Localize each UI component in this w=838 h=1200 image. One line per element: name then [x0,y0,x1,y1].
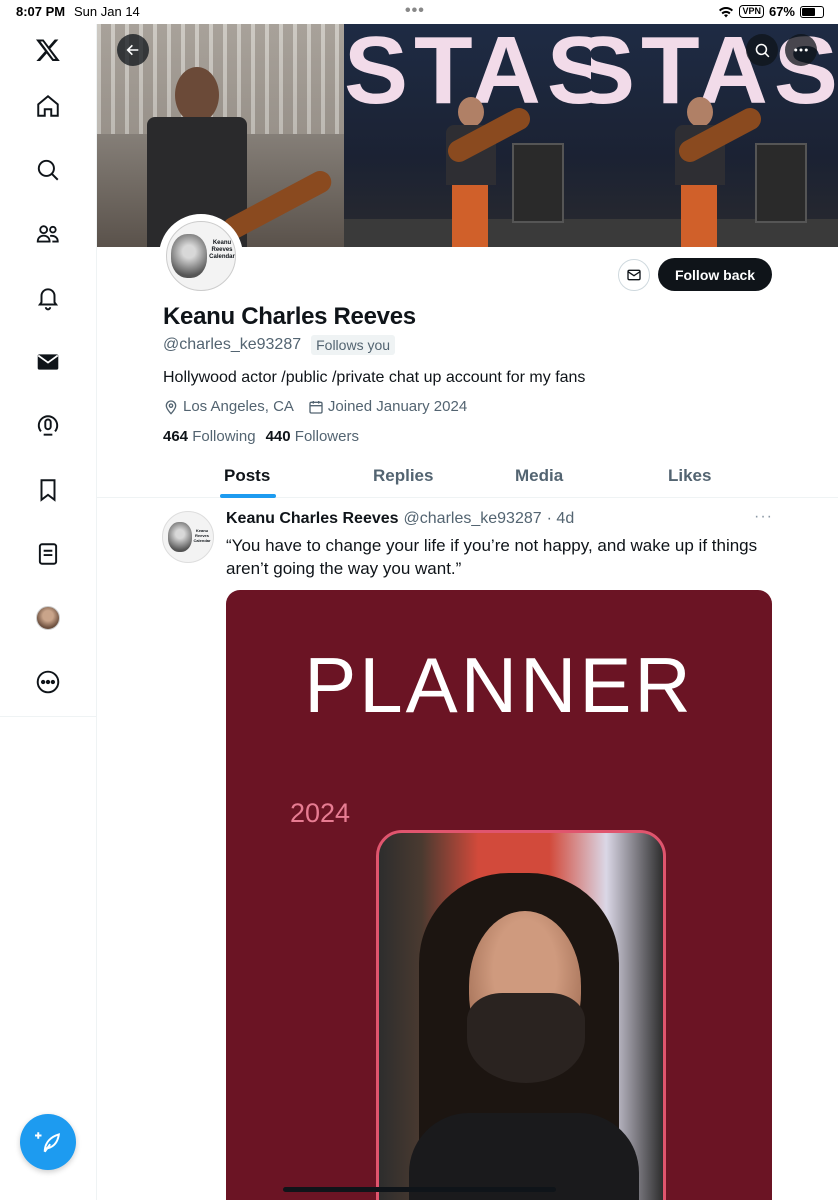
sidebar-nav [0,24,97,1200]
home-indicator[interactable] [283,1187,556,1192]
tweet-text: “You have to change your life if you’re … [226,536,758,578]
planner-year: 2024 [290,798,351,828]
search-icon [755,43,769,57]
tweet-more-icon[interactable]: ··· [754,508,773,526]
following-link[interactable]: 464 Following [163,428,256,445]
battery-icon [800,5,824,18]
status-right: VPN 67% [718,4,824,19]
compose-icon [35,1132,60,1153]
status-time: 8:07 PM [16,4,66,19]
location-pin-icon [165,399,177,415]
profile-meta: Los Angeles, CA Joined January 2024 [163,398,467,415]
avatar [36,606,60,630]
banner-photo-2: STASTA [344,24,591,247]
joined-text: Joined January 2024 [327,398,468,415]
tweet-media-image[interactable]: PLANNER 2024 [226,590,772,1200]
active-tab-indicator [220,494,276,498]
sidebar-divider [0,716,97,717]
follow-stats: 464 Following 440 Followers [163,428,359,445]
calendar-icon [309,400,323,414]
followers-count: 440 [265,428,291,445]
profile-bio: Hollywood actor /public /private chat up… [163,369,586,386]
planner-portrait [376,830,666,1200]
back-button[interactable] [117,34,149,66]
planner-title: PLANNER [304,641,694,729]
follow-back-button[interactable]: Follow back [658,258,772,291]
avatar-caption: Keanu Reeves Calendar [209,240,235,260]
tweet-author-handle[interactable]: @charles_ke93287 [404,510,542,528]
tab-likes[interactable]: Likes [668,466,711,486]
profile-search-button[interactable] [746,34,778,66]
tweet-time[interactable]: · 4d [547,510,575,528]
messages-icon[interactable] [24,338,72,386]
joined-item: Joined January 2024 [308,398,467,415]
tweet-avatar-face [168,522,192,552]
followers-link[interactable]: 440 Followers [266,428,359,445]
tab-posts[interactable]: Posts [224,466,270,486]
status-bar: 8:07 PM Sun Jan 14 ••• VPN 67% [0,0,838,24]
more-horizontal-icon [794,48,808,52]
communities-icon[interactable] [24,210,72,258]
search-icon[interactable] [24,146,72,194]
location-text: Los Angeles, CA [183,398,294,415]
following-label: Following [192,428,256,445]
mail-icon [627,269,641,281]
location-item: Los Angeles, CA [163,398,294,415]
multitask-dots-icon[interactable]: ••• [405,2,425,20]
message-button[interactable] [618,259,650,291]
more-icon[interactable] [24,658,72,706]
tab-media[interactable]: Media [515,466,563,486]
tweet-header: Keanu Charles Reeves @charles_ke93287 · … [226,510,574,528]
profile-avatar-icon[interactable] [24,594,72,642]
x-logo-icon[interactable] [24,26,72,74]
battery-percent: 67% [768,4,795,19]
home-icon[interactable] [24,82,72,130]
wifi-icon [719,6,734,17]
following-count: 464 [163,428,189,445]
profile-tabs: Posts Replies Media Likes [97,454,838,498]
followers-label: Followers [294,428,359,445]
compose-button[interactable] [20,1114,76,1170]
profile-main: STASTA STASTA Keanu [97,24,838,1200]
notifications-icon[interactable] [24,274,72,322]
bookmarks-icon[interactable] [24,466,72,514]
follows-you-badge: Follows you [311,335,396,355]
lists-icon[interactable] [24,530,72,578]
tab-replies[interactable]: Replies [373,466,433,486]
spaces-icon[interactable] [24,402,72,450]
tweet-author-name[interactable]: Keanu Charles Reeves [226,510,399,528]
profile-handle: @charles_ke93287 [163,336,302,353]
tweet-avatar[interactable]: Keanu Reeves Calendar [162,511,214,563]
handle-row: @charles_ke93287 Follows you [163,335,396,355]
status-date: Sun Jan 14 [74,4,140,19]
vpn-badge: VPN [739,5,764,18]
profile-avatar[interactable]: Keanu Reeves Calendar [159,214,243,298]
avatar-face [171,234,207,278]
arrow-left-icon [126,44,139,56]
profile-name: Keanu Charles Reeves [163,303,416,330]
profile-banner: STASTA STASTA [97,24,838,247]
profile-more-button[interactable] [785,34,817,66]
tweet-avatar-caption: Keanu Reeves Calendar [193,528,211,543]
